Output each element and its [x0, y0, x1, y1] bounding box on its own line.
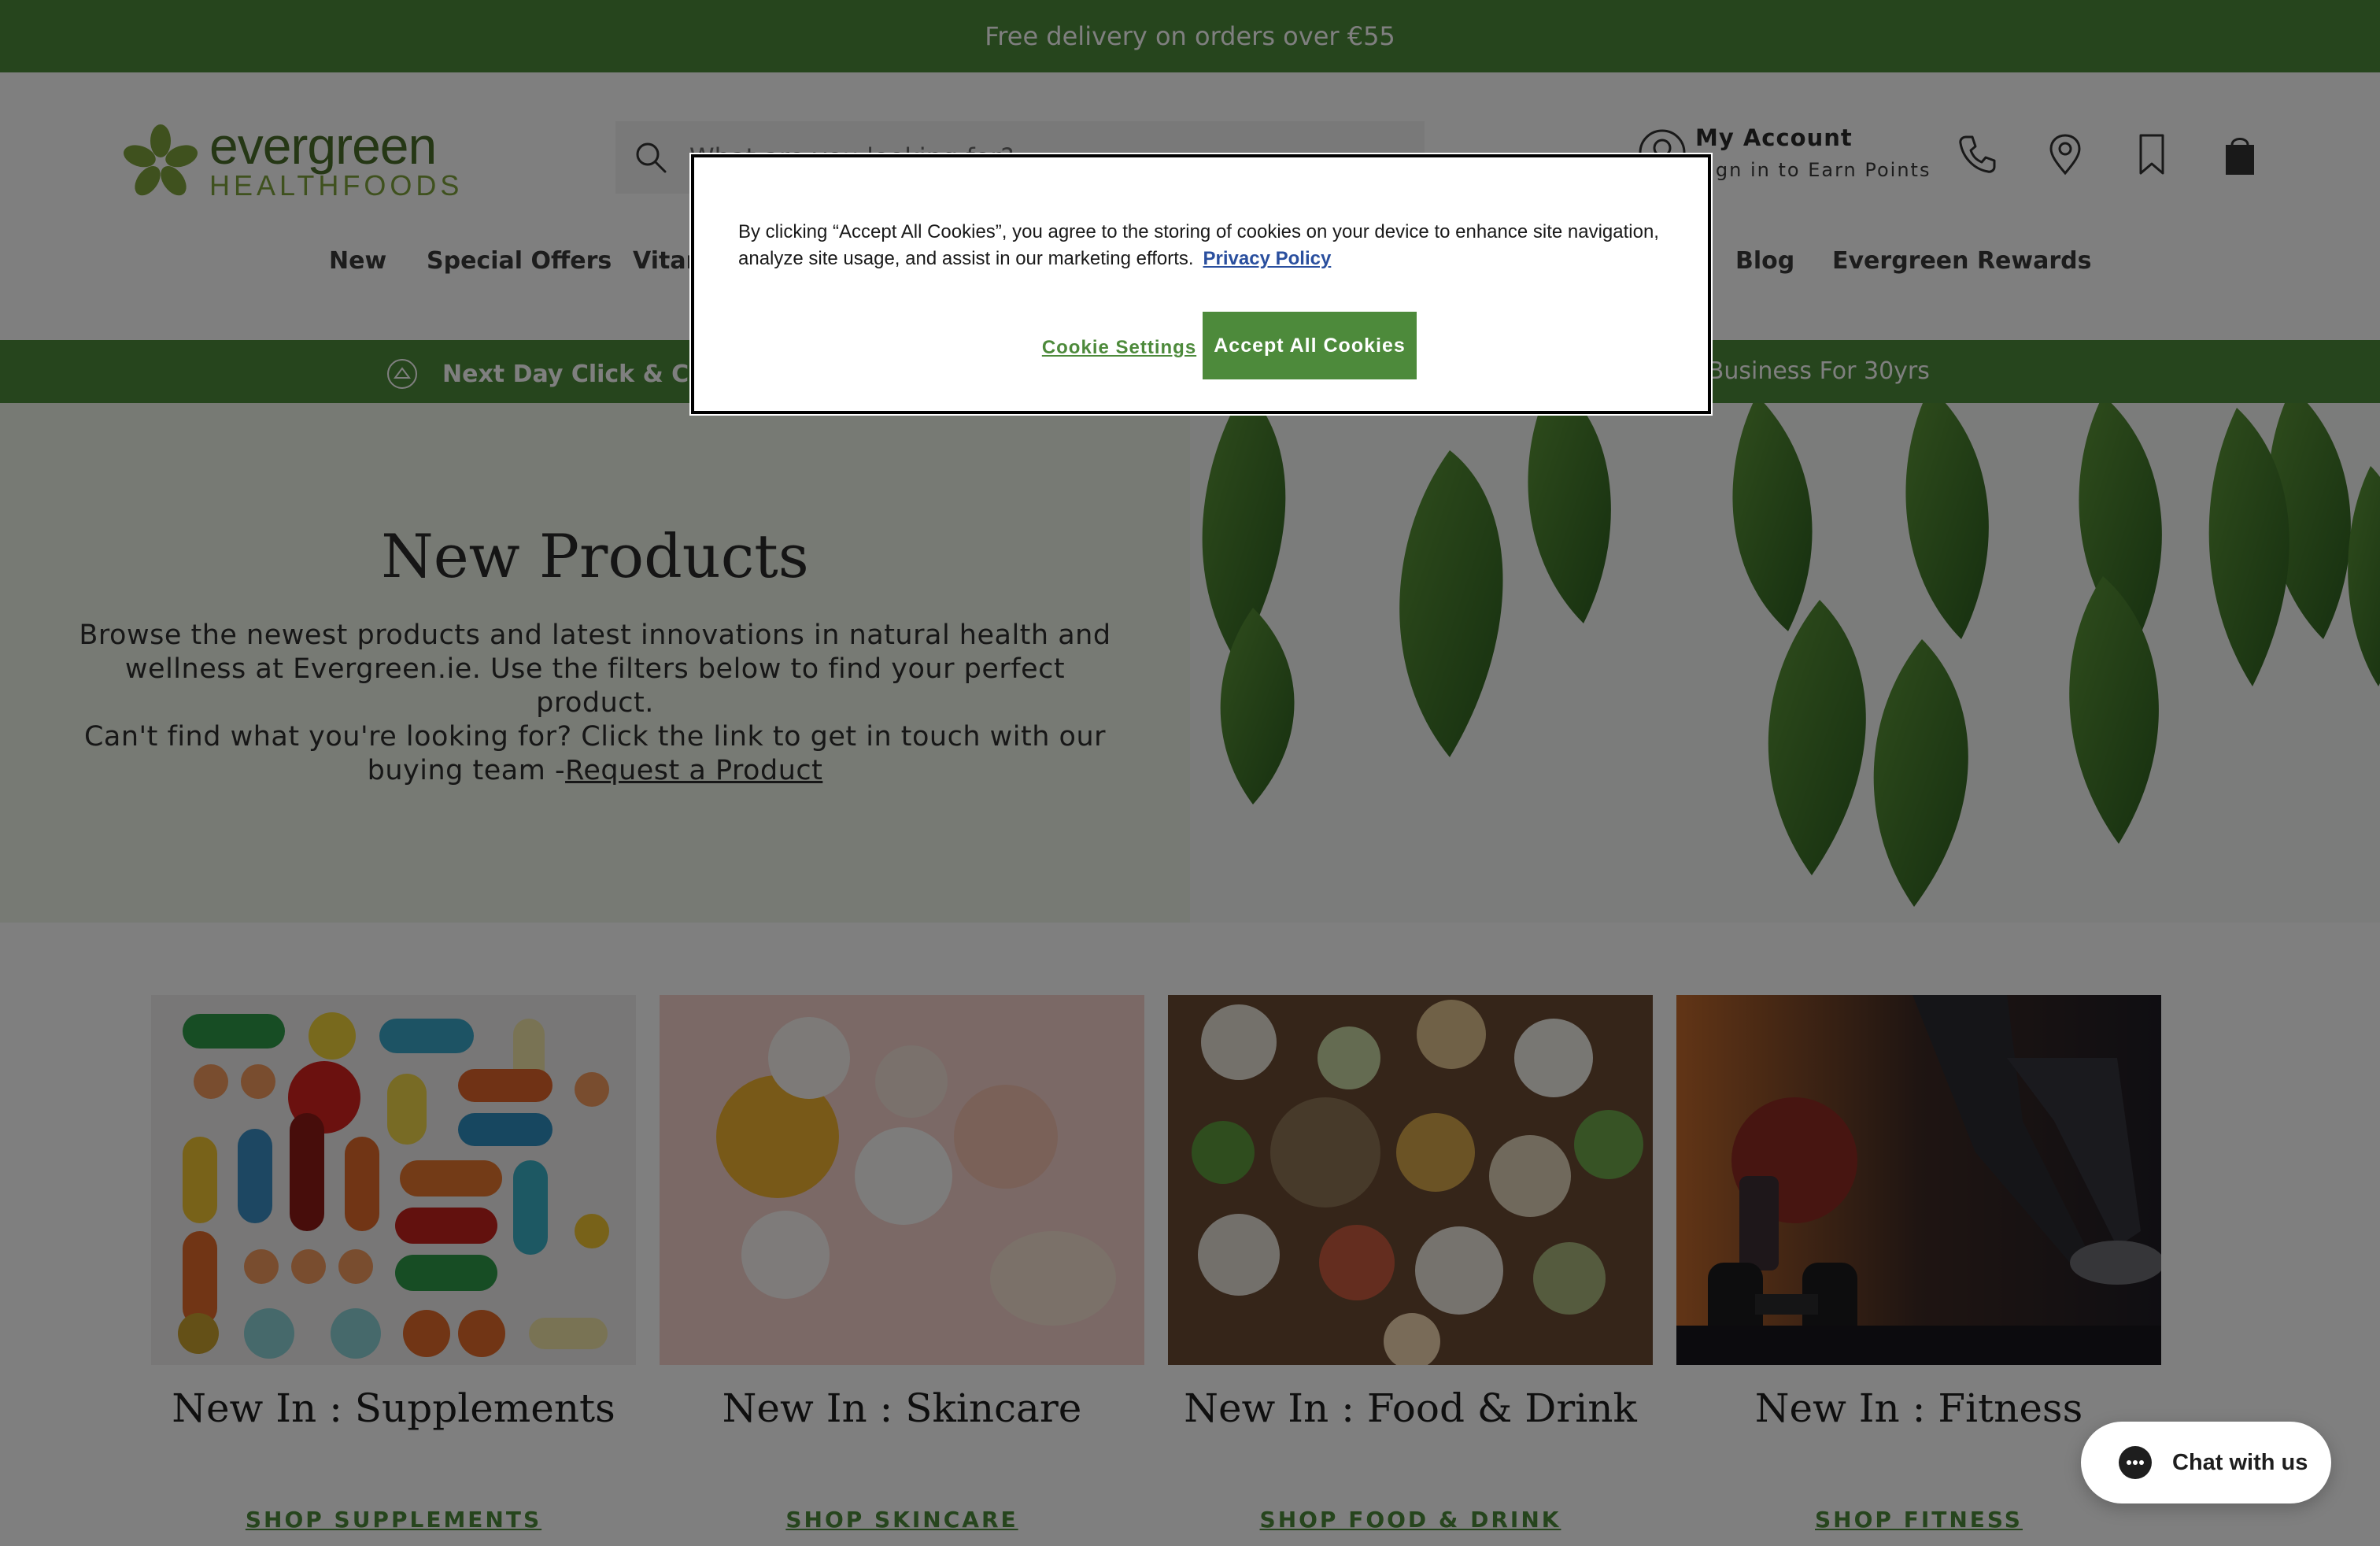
cookie-consent-dialog: By clicking “Accept All Cookies”, you ag… [689, 153, 1713, 416]
chat-label: Chat with us [2172, 1449, 2308, 1475]
cookie-message-text: By clicking “Accept All Cookies”, you ag… [738, 221, 1659, 269]
chat-bubble-icon [2119, 1446, 2152, 1479]
privacy-policy-link[interactable]: Privacy Policy [1203, 248, 1332, 269]
accept-all-cookies-button[interactable]: Accept All Cookies [1203, 312, 1417, 379]
cookie-settings-button[interactable]: Cookie Settings [1001, 327, 1237, 368]
cookie-message: By clicking “Accept All Cookies”, you ag… [738, 219, 1675, 272]
chat-widget-button[interactable]: Chat with us [2081, 1422, 2331, 1503]
